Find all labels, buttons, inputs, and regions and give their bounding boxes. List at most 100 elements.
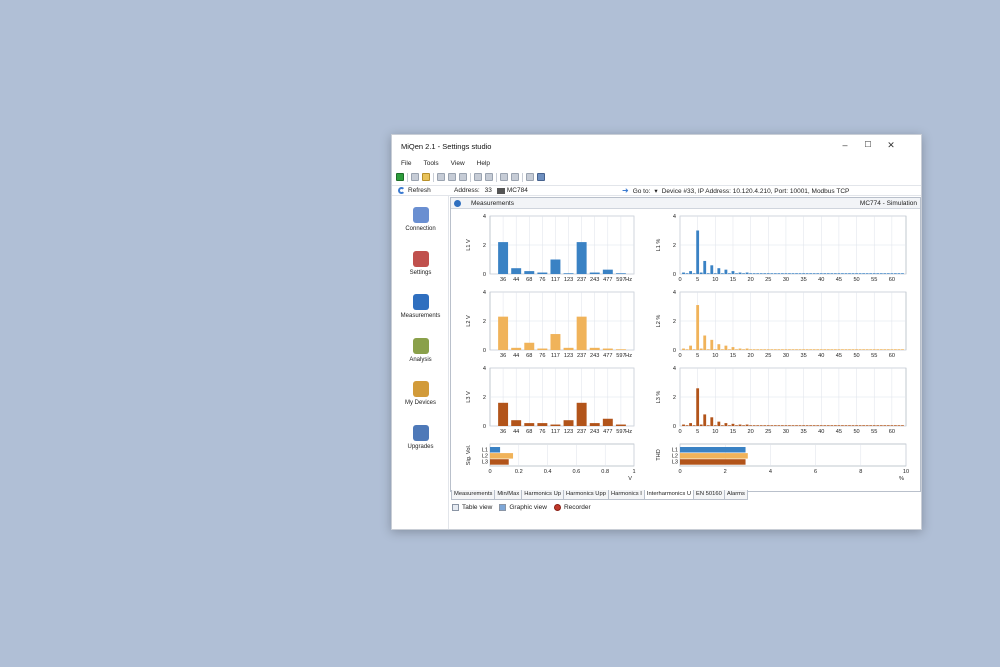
document-icon[interactable] [485,173,493,181]
menu-help[interactable]: Help [468,159,490,169]
l2-percent-x-tick: 0 [678,353,681,359]
recorder-button[interactable]: Recorder [553,504,591,511]
measurements-panel: Measurements MC774 - Simulation 0 2 4 L1 V 3… [450,197,921,492]
forward-icon[interactable] [526,173,534,181]
l3-percent-bar [879,425,883,426]
l3-percent-x-tick: 10 [712,429,718,435]
menu-tools[interactable]: Tools [414,159,438,169]
signal-voltage-x-tick: 0.4 [544,469,552,475]
l3-percent-bar [735,425,738,426]
tag-icon[interactable] [500,173,508,181]
l3-percent-bar [759,425,763,426]
l3-percent-bar [886,425,890,426]
l2-percent-x-tick: 35 [800,353,806,359]
l3-percent-bar [848,425,851,426]
l2-voltage-y-label: L2 V [466,315,472,327]
graphic-view-button[interactable]: Graphic view [499,504,547,511]
l2-percent-bar [893,349,897,350]
sidebar-item-measurements[interactable]: Measurements [392,294,449,319]
toolbar-separator [522,172,523,182]
l2-percent-bar [773,349,777,350]
tab-en-50160[interactable]: EN 50160 [693,490,725,500]
tab-harmonics-upp[interactable]: Harmonics Upp [562,490,609,500]
l3-percent-bar [862,425,866,426]
l1-percent-bar [858,273,862,274]
l3-percent-x-tick: 45 [836,429,842,435]
l3-voltage-x-tick: 477 [603,429,612,435]
l1-percent-x-tick: 55 [871,277,877,283]
l3-percent-bar [858,425,862,426]
l1-voltage-x-tick: 117 [551,277,560,283]
l2-percent-bar [696,305,700,350]
signal-voltage-category-label: L3 [482,460,488,466]
print-icon[interactable] [411,173,419,181]
sidebar-item-my-devices[interactable]: My Devices [392,381,449,406]
toolbar-separator [496,172,497,182]
tab-interharmonics-u[interactable]: Interharmonics U [643,490,695,500]
l2-percent-x-tick: 10 [712,353,718,359]
address-value[interactable]: 33 [485,187,492,194]
open-folder-icon[interactable] [422,173,430,181]
minimize-button[interactable]: – [839,139,851,151]
menu-view[interactable]: View [442,159,465,169]
l3-percent-y-label: L3 % [656,391,662,404]
signal-voltage-y-label: Sig. Vol. [466,444,472,465]
close-button[interactable]: ✕ [885,139,897,151]
l3-voltage-bar [550,424,561,426]
tab-measurements[interactable]: Measurements [451,490,496,500]
zoom-icon[interactable] [474,173,482,181]
l2-voltage-x-tick: 44 [513,353,519,359]
export-excel-icon[interactable] [396,173,404,181]
refresh-button[interactable]: Refresh [398,187,431,194]
l3-percent-x-tick: 20 [748,429,754,435]
l2-voltage-x-tick: 477 [603,353,612,359]
maximize-button[interactable]: ☐ [862,139,874,151]
l2-percent-bar [812,349,816,350]
sidebar-item-upgrades[interactable]: Upgrades [392,425,449,450]
tab-min-max[interactable]: Min/Max [494,490,523,500]
l3-percent-bar [819,425,823,426]
globe-icon[interactable] [537,173,545,181]
l2-percent-bar [886,349,890,350]
l2-percent-bar [689,345,693,350]
l3-voltage-x-tick: 237 [577,429,586,435]
l2-percent-bar [780,349,784,350]
paste-icon[interactable] [459,173,467,181]
copy-icon[interactable] [448,173,456,181]
menu-file[interactable]: File [392,159,411,169]
sidebar-item-settings[interactable]: Settings [392,251,449,276]
l1-percent-bar [890,273,894,274]
l3-percent-y-tick: 2 [673,395,676,401]
sidebar-item-label: Connection [405,226,436,232]
l3-voltage-x-unit: Hz [625,429,632,435]
save-icon[interactable] [437,173,445,181]
thd-x-tick: 2 [724,469,727,475]
screen-icon[interactable] [511,173,519,181]
sidebar-item-connection[interactable]: Connection [392,207,449,232]
l1-voltage-bar [524,271,535,274]
l2-percent-bar [703,335,707,350]
tab-alarms[interactable]: Alarms [723,490,748,500]
l2-percent-bar [745,348,749,350]
l2-percent-bar [752,349,756,350]
l3-percent-bar [809,425,813,426]
l2-percent-bar [699,348,703,350]
signal-voltage-x-tick: 0.6 [573,469,581,475]
l3-percent-bar [699,424,703,426]
table-view-button[interactable]: Table view [452,504,492,511]
tab-harmonics-i[interactable]: Harmonics I [607,490,645,500]
l1-voltage-x-tick: 44 [513,277,519,283]
l1-percent-bar [731,271,735,274]
l1-percent-bar [876,273,880,274]
l1-percent-y-tick: 4 [673,214,676,220]
l1-percent-bar [696,230,700,274]
sidebar-item-analysis[interactable]: Analysis [392,338,449,363]
signal-voltage-x-unit: V [628,476,632,482]
tab-harmonics-up[interactable]: Harmonics Up [521,490,564,500]
l1-percent-bar [724,269,728,274]
goto-dropdown[interactable]: ➜ Go to: ▾ Device #33, IP Address: 10.12… [622,187,849,196]
l2-percent-x-tick: 30 [783,353,789,359]
sidebar-item-label: My Devices [404,400,436,406]
l2-percent-bar [876,349,880,350]
window-title: MiQen 2.1 - Settings studio [401,142,492,151]
